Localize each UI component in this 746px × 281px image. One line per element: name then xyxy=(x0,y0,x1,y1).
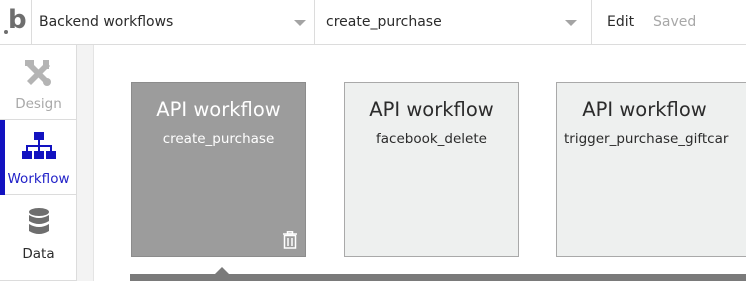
property-panel-edge xyxy=(130,274,746,281)
sidebar-item-design[interactable]: Design xyxy=(0,45,77,120)
sidebar-item-workflow[interactable]: Workflow xyxy=(0,120,77,195)
workflow-card[interactable]: API workflow create_purchase xyxy=(131,82,306,257)
page-dropdown-value: Backend workflows xyxy=(39,14,174,30)
trash-icon[interactable] xyxy=(282,231,298,249)
page-dropdown[interactable]: Backend workflows xyxy=(32,0,315,45)
bubble-logo[interactable]: b xyxy=(0,0,32,45)
sidebar-item-label: Workflow xyxy=(7,171,70,187)
workflow-card-name: create_purchase xyxy=(162,131,275,147)
chevron-down-icon xyxy=(565,20,577,26)
database-icon xyxy=(29,208,49,234)
workflow-card[interactable]: API workflow trigger_purchase_giftcar xyxy=(556,82,746,257)
save-status: Saved xyxy=(653,14,697,30)
sidebar-item-label: Design xyxy=(15,96,62,112)
workflow-card-title: API workflow xyxy=(156,98,281,121)
sidebar: Design Workflow Data xyxy=(0,45,77,281)
selection-pointer xyxy=(214,267,230,275)
edit-menu[interactable]: Edit xyxy=(607,14,634,30)
workflow-dropdown[interactable]: create_purchase xyxy=(315,0,592,45)
workflow-card-title: API workflow xyxy=(369,98,494,121)
sidebar-item-data[interactable]: Data xyxy=(0,195,77,281)
workflow-card-name: facebook_delete xyxy=(376,131,487,147)
logo-letter: b xyxy=(8,5,27,35)
workflow-dropdown-value: create_purchase xyxy=(326,14,442,30)
sidebar-item-label: Data xyxy=(22,246,55,262)
chevron-down-icon xyxy=(294,20,306,26)
workflow-card[interactable]: API workflow facebook_delete xyxy=(344,82,519,257)
canvas-gutter xyxy=(77,45,94,281)
workflow-icon xyxy=(22,132,56,159)
top-bar: b Backend workflows create_purchase Edit… xyxy=(0,0,746,45)
design-icon xyxy=(25,60,51,86)
workflow-card-title: API workflow xyxy=(582,98,707,121)
workflow-card-name: trigger_purchase_giftcar xyxy=(564,131,729,147)
